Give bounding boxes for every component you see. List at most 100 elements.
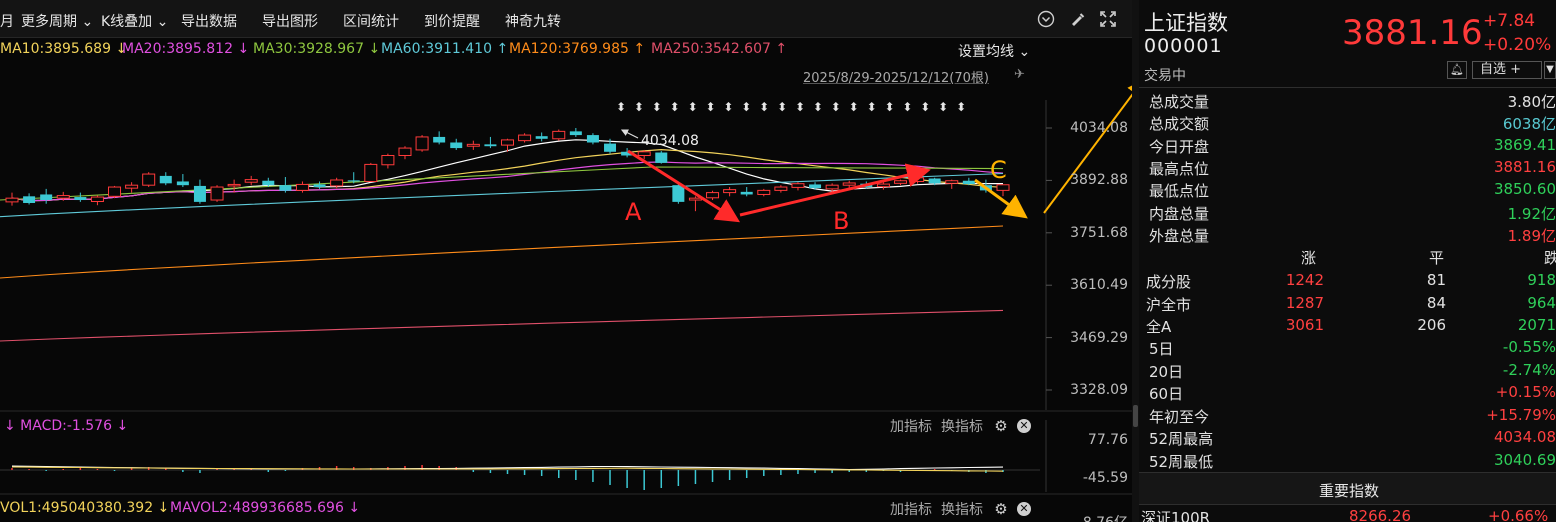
performance-row: 60日 +0.15%: [1149, 383, 1556, 405]
signal-arrow-icon: ⬍: [759, 100, 769, 114]
signal-arrow-icon: ⬍: [849, 100, 859, 114]
chart-area[interactable]: 月 更多周期 ⌄ K线叠加 ⌄ 导出数据 导出图形 区间统计 到价提醒 神奇九转…: [0, 0, 1132, 522]
vol-add-indicator-button[interactable]: 加指标: [890, 499, 932, 519]
candle: [466, 140, 480, 150]
candle: [962, 177, 975, 186]
vol-close-icon[interactable]: ✕: [1017, 502, 1031, 516]
candle: [586, 133, 599, 145]
signal-arrow-icon: ⬍: [867, 100, 877, 114]
macd-close-icon[interactable]: ✕: [1017, 419, 1031, 433]
breadth-label: 沪全市: [1146, 295, 1192, 314]
performance-row: 年初至今 +15.79%: [1149, 406, 1556, 428]
price-change-pct: +0.20%: [1483, 35, 1552, 55]
breadth-flat: 81: [1426, 271, 1446, 289]
stat-value: 1.92亿: [1507, 204, 1556, 223]
vol-switch-indicator-button[interactable]: 换指标: [941, 499, 983, 519]
peak-pointer: [620, 129, 639, 139]
arrow-forecast: [1043, 79, 1132, 214]
signal-arrow-icon: ⬍: [634, 100, 644, 114]
macd-settings-gear-icon[interactable]: ⚙: [994, 419, 1008, 434]
candle: [740, 187, 753, 197]
candle: [108, 185, 122, 199]
watchlist-dropdown-icon[interactable]: ▼: [1544, 61, 1556, 79]
breadth-label: 全A: [1146, 318, 1172, 336]
y-tick-5: 3328.09: [1070, 382, 1128, 398]
candle: [688, 196, 702, 212]
y-tick-0: 4034.08: [1070, 120, 1128, 136]
y-tick-1: 3892.88: [1070, 172, 1128, 188]
stock-name: 上证指数: [1144, 11, 1228, 35]
candle: [450, 138, 463, 150]
candle: [552, 129, 566, 141]
signal-arrow-icon: ⬍: [956, 100, 966, 114]
signal-arrow-icon: ⬍: [616, 100, 626, 114]
breadth-head-up: 涨: [1301, 249, 1317, 267]
breadth-down: 918: [1527, 271, 1556, 289]
major-index-header[interactable]: 重要指数: [1139, 472, 1556, 505]
candle: [74, 192, 87, 202]
candle: [655, 151, 668, 164]
candle: [893, 179, 907, 186]
divider: [1139, 87, 1556, 88]
candle: [706, 190, 720, 201]
candlestick-chart[interactable]: ⬍ ⬍ ⬍ ⬍ ⬍ ⬍ ⬍ ⬍ ⬍ ⬍ ⬍ ⬍ ⬍ ⬍ ⬍ ⬍ ⬍ ⬍ ⬍ ⬍: [0, 0, 1132, 522]
major-index-title: 重要指数: [1319, 482, 1380, 500]
signal-arrow-icon: ⬍: [902, 100, 912, 114]
chart-scrollbar[interactable]: [1132, 0, 1139, 522]
signal-arrow-icon: ⬍: [884, 100, 894, 114]
stat-label: 总成交量: [1149, 93, 1210, 111]
candle: [364, 162, 378, 183]
index-value: 8266.26: [1349, 507, 1412, 522]
signal-arrow-icon: ⬍: [813, 100, 823, 114]
alert-bell-icon[interactable]: 🔔︎: [1447, 61, 1467, 79]
major-index-row[interactable]: 深证100R 8266.26 +0.66%: [1139, 505, 1556, 522]
performance-label: 年初至今: [1149, 407, 1210, 426]
breadth-head-flat: 平: [1429, 249, 1445, 267]
performance-row: 52周最低 3040.69: [1149, 451, 1556, 473]
candle: [996, 184, 1010, 197]
performance-label: 20日: [1149, 362, 1184, 381]
candle: [398, 146, 412, 160]
stat-label: 总成交额: [1149, 115, 1210, 134]
stat-label: 内盘总量: [1149, 204, 1210, 223]
y-tick-3: 3610.49: [1070, 277, 1128, 293]
candle: [295, 181, 309, 193]
performance-value: 3040.69: [1493, 450, 1556, 469]
scroll-thumb[interactable]: [1133, 405, 1138, 427]
candle: [210, 185, 224, 202]
stat-row: 今日开盘 3869.41: [1149, 136, 1556, 158]
breadth-up: 1287: [1285, 293, 1324, 312]
performance-row: 20日 -2.74%: [1149, 361, 1556, 383]
trading-status: 交易中: [1144, 68, 1186, 84]
stat-row: 外盘总量 1.89亿: [1149, 225, 1556, 247]
macd-label: ↓ MACD:-1.576 ↓: [4, 418, 129, 434]
stat-value: 3881.16: [1493, 157, 1556, 176]
candle: [5, 192, 19, 206]
signal-arrow-icon: ⬍: [688, 100, 698, 114]
last-price: 3881.16: [1342, 13, 1483, 53]
performance-value: +15.79%: [1486, 405, 1556, 424]
breadth-down: 2071: [1517, 316, 1556, 334]
breadth-row: 全A 3061 206 2071: [1146, 316, 1556, 338]
candle: [569, 128, 582, 137]
y-tick-2: 3751.68: [1070, 225, 1128, 241]
stat-row: 内盘总量 1.92亿: [1149, 203, 1556, 225]
macd-axis-bottom: -45.59: [1082, 470, 1128, 486]
candle: [518, 133, 532, 143]
vol1-label: VOL1:495040380.392 ↓: [0, 500, 170, 516]
performance-label: 52周最低: [1149, 452, 1214, 471]
stat-value: 6038亿: [1502, 115, 1556, 134]
add-indicator-button[interactable]: 加指标: [890, 416, 932, 436]
signal-arrow-icon: ⬍: [723, 100, 733, 114]
stat-value: 3869.41: [1493, 135, 1556, 154]
performance-value: 4034.08: [1493, 428, 1556, 446]
stat-row: 最低点位 3850.60: [1149, 180, 1556, 202]
macd-axis-top: 77.76: [1087, 432, 1128, 448]
peak-price-label: 4034.08: [641, 133, 699, 149]
add-watchlist-button[interactable]: 自选 +: [1472, 61, 1542, 79]
candle: [723, 187, 737, 197]
index-name: 深证100R: [1141, 509, 1211, 522]
breadth-head-down: 跌: [1544, 249, 1556, 267]
switch-indicator-button[interactable]: 换指标: [941, 416, 983, 436]
vol-settings-gear-icon[interactable]: ⚙: [994, 502, 1008, 517]
